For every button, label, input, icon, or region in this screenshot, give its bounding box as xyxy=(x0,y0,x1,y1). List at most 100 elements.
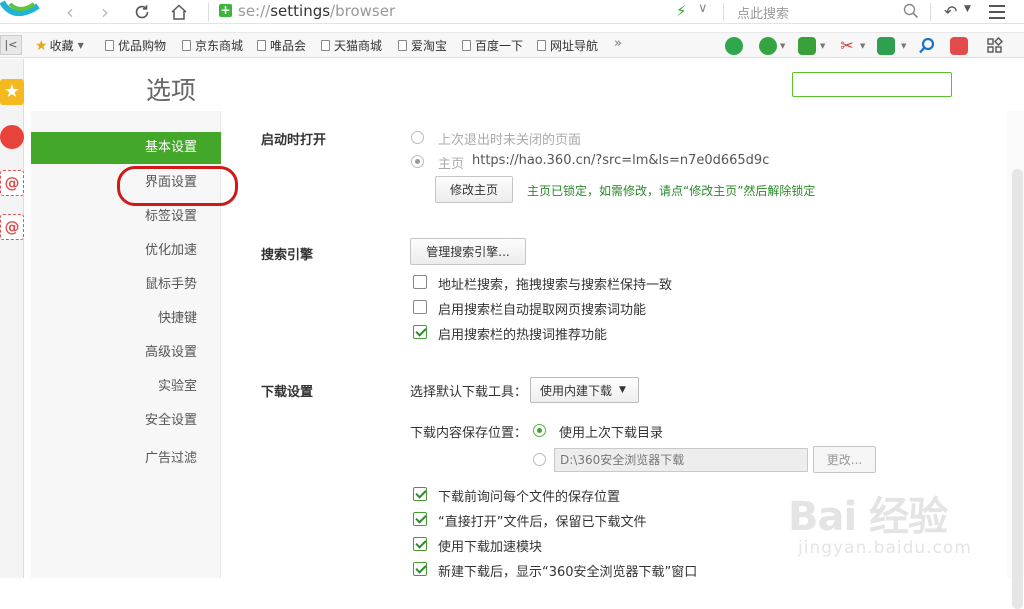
scrollbar-thumb[interactable] xyxy=(1012,169,1023,609)
chevron-down-icon: ▼ xyxy=(77,41,84,50)
search-hot-words-checkbox[interactable] xyxy=(413,325,427,339)
watermark-logo: Bai 经验 xyxy=(788,494,948,540)
bookmark-item[interactable]: 网址导航 xyxy=(537,37,598,54)
nav-item-basic[interactable]: 基本设置 xyxy=(31,132,221,164)
chevron-down-icon[interactable]: ▼ xyxy=(901,42,906,50)
forward-button[interactable]: › xyxy=(91,0,119,24)
bookmark-label: 唯品会 xyxy=(270,39,307,53)
bookmark-item[interactable]: 优品购物 xyxy=(105,37,166,54)
bookmark-item[interactable]: 爱淘宝 xyxy=(398,37,447,54)
mail-at-icon[interactable]: @ xyxy=(0,214,24,240)
download-show-window-label: 新建下载后，显示“360安全浏览器下载”窗口 xyxy=(438,565,698,580)
startup-last-session-label: 上次退出时未关闭的页面 xyxy=(438,133,582,148)
reader-icon[interactable] xyxy=(725,37,743,55)
search-sync-label: 地址栏搜索，拖拽搜索与搜索栏保持一致 xyxy=(438,278,673,293)
manage-search-engines-button[interactable]: 管理搜索引擎... xyxy=(410,238,526,265)
chevron-down-icon[interactable]: ∨ xyxy=(698,1,708,16)
bookmark-item[interactable]: 京东商城 xyxy=(182,37,243,54)
url-suffix: /browser xyxy=(330,2,396,20)
page-icon xyxy=(257,40,266,51)
bookmark-item[interactable]: 天猫商城 xyxy=(321,37,382,54)
nav-item-adblock[interactable]: 广告过滤 xyxy=(31,443,221,475)
download-ask-location-checkbox[interactable] xyxy=(413,487,427,501)
screenshot-scissors-icon[interactable]: ✂ xyxy=(838,37,856,55)
page-icon xyxy=(321,40,330,51)
download-path-input[interactable]: D:\360安全浏览器下载 xyxy=(554,448,808,472)
download-keep-file-checkbox[interactable] xyxy=(413,512,427,526)
nav-item-optimize[interactable]: 优化加速 xyxy=(31,235,221,267)
download-tool-value: 使用内建下载 xyxy=(540,383,613,398)
startup-last-session-radio[interactable] xyxy=(411,131,424,144)
bookmark-item[interactable]: 唯品会 xyxy=(257,37,306,54)
download-keep-file-label: “直接打开”文件后，保留已下载文件 xyxy=(438,515,647,530)
home-icon xyxy=(171,4,187,20)
bookmark-item[interactable]: 百度一下 xyxy=(462,37,523,54)
home-url: https://hao.360.cn/?src=lm&ls=n7e0d665d9… xyxy=(472,153,770,168)
translate-icon[interactable] xyxy=(798,37,816,55)
security-shield-icon[interactable]: + xyxy=(219,4,232,17)
search-icon[interactable] xyxy=(903,3,919,19)
browser-logo-icon xyxy=(0,0,40,16)
search-sync-checkbox[interactable] xyxy=(413,275,427,289)
chevron-down-icon[interactable]: ▼ xyxy=(820,42,825,50)
star-icon: ★ xyxy=(35,37,48,54)
watermark-url: jingyan.baidu.com xyxy=(798,538,972,558)
change-dir-button[interactable]: 更改... xyxy=(813,446,876,473)
sidebar-toggle-button[interactable]: |< xyxy=(0,35,22,55)
section-title-search: 搜索引擎 xyxy=(261,248,314,263)
weibo-icon[interactable] xyxy=(0,125,24,149)
section-title-startup: 启动时打开 xyxy=(261,133,327,148)
separator xyxy=(930,3,931,21)
page-icon xyxy=(182,40,191,51)
back-button[interactable]: ‹ xyxy=(56,0,84,24)
nav-item-gestures[interactable]: 鼠标手势 xyxy=(31,269,221,301)
download-accelerate-checkbox[interactable] xyxy=(413,537,427,551)
shopping-icon[interactable] xyxy=(759,37,777,55)
nav-item-shortcuts[interactable]: 快捷键 xyxy=(31,303,221,335)
modify-home-button[interactable]: 修改主页 xyxy=(435,176,513,203)
nav-item-security[interactable]: 安全设置 xyxy=(31,405,221,437)
apps-grid-icon[interactable] xyxy=(986,37,1004,55)
download-accelerate-label: 使用下载加速模块 xyxy=(438,540,543,555)
chevron-down-icon[interactable]: ▼ xyxy=(780,42,785,50)
page-icon xyxy=(537,40,546,51)
mail-at-icon[interactable]: @ xyxy=(0,170,24,196)
bookmark-label: 收藏 xyxy=(49,39,74,53)
favorites-star-icon[interactable]: ★ xyxy=(0,79,24,105)
bookmarks-more-button[interactable]: » xyxy=(614,36,622,51)
download-custom-dir-radio[interactable] xyxy=(533,453,546,466)
search-extract-checkbox[interactable] xyxy=(413,300,427,314)
undo-close-tab-icon[interactable]: ↶ xyxy=(944,2,957,21)
bookmark-favorites[interactable]: ★ 收藏 ▼ xyxy=(35,37,84,54)
address-toolbar: ‹ › + se://settings/browser ⚡ ∨ 点此搜索 ↶ ▼ xyxy=(0,0,1024,24)
nav-item-advanced[interactable]: 高级设置 xyxy=(31,337,221,369)
download-show-window-checkbox[interactable] xyxy=(413,562,427,576)
download-location-label: 下载内容保存位置： xyxy=(410,426,528,441)
shopping-bag-icon[interactable] xyxy=(950,37,968,55)
settings-search-input[interactable] xyxy=(792,72,952,97)
separator xyxy=(723,3,724,21)
magnifier-icon[interactable] xyxy=(918,37,936,55)
startup-home-label: 主页 xyxy=(438,157,465,172)
nav-item-lab[interactable]: 实验室 xyxy=(31,371,221,403)
url-input[interactable]: se://settings/browser xyxy=(238,2,395,20)
reload-icon xyxy=(135,5,149,19)
chevron-down-icon[interactable]: ▼ xyxy=(860,42,865,50)
download-tool-select[interactable]: 使用内建下载 ▼ xyxy=(530,377,639,403)
chevron-down-icon[interactable]: ▼ xyxy=(964,4,971,14)
menu-icon[interactable] xyxy=(989,5,1005,19)
download-tool-label: 选择默认下载工具： xyxy=(410,385,528,400)
search-input[interactable]: 点此搜索 xyxy=(737,3,789,22)
startup-home-radio[interactable] xyxy=(411,155,424,168)
home-button[interactable] xyxy=(165,0,193,24)
bookmarks-bar: |< ★ 收藏 ▼ 优品购物 京东商城 唯品会 天猫商城 爱淘宝 百度一下 网址… xyxy=(0,32,1024,58)
watermark: Bai 经验 jingyan.baidu.com xyxy=(788,484,1010,572)
game-icon[interactable] xyxy=(877,37,895,55)
download-last-dir-radio[interactable] xyxy=(533,424,546,437)
page-icon xyxy=(462,40,471,51)
url-scheme: se:// xyxy=(238,2,271,20)
page-icon xyxy=(398,40,407,51)
reload-button[interactable] xyxy=(128,0,156,24)
bookmark-label: 京东商城 xyxy=(195,39,244,53)
speed-mode-icon[interactable]: ⚡ xyxy=(676,2,687,20)
